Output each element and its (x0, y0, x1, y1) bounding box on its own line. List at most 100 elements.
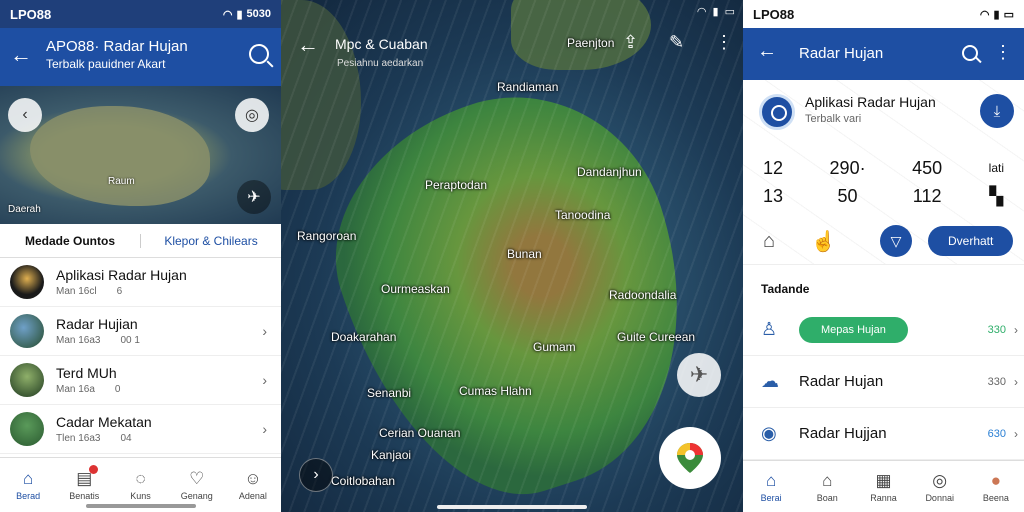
flight-mode-button[interactable]: ✈ (677, 353, 721, 397)
place-label: Randiaman (497, 80, 559, 94)
like-icon[interactable]: ☝ (811, 229, 836, 254)
share-icon[interactable]: ⇪ (623, 32, 638, 53)
signal-icon: ▮ (236, 8, 243, 21)
signal-icon: ▮ (993, 8, 1000, 21)
stat-column: 12 13 (763, 154, 783, 210)
map-label: Daerah (8, 204, 41, 215)
list-item[interactable]: Radar Hujian Man 16a3 00 1 › (0, 307, 281, 356)
home-indicator (437, 505, 587, 509)
home-icon: ⌂ (765, 470, 777, 490)
list-item[interactable]: Aplikasi Radar Hujan Man 16cl 6 (0, 258, 281, 307)
place-label: Cerian Ouanan (379, 426, 461, 440)
compass-icon: ◎ (932, 470, 948, 490)
radar-icon: ◉ (761, 423, 777, 443)
list-item[interactable]: Terd MUh Man 16a 0 › (0, 356, 281, 405)
card-subtitle: Terbalk vari (805, 113, 862, 125)
middle-screen-map[interactable]: ◠ ▮ ▭ ← Mpc & Cuaban Pesiahnu aedarkan ⇪ ✎… (281, 0, 743, 512)
more-icon[interactable]: ⋮ (994, 42, 1012, 63)
more-icon[interactable]: ⋮ (715, 32, 733, 53)
list-item-count: 0 (114, 384, 121, 395)
list-item-value: 330 (987, 375, 1006, 388)
nav-label: Beena (982, 492, 1009, 503)
tab-favorites[interactable]: Klepor & Chilears (140, 233, 281, 248)
back-arrow-icon[interactable]: ← (757, 40, 777, 63)
nav-home[interactable]: ⌂ Berai (743, 461, 799, 512)
airplane-icon: ✈ (689, 362, 709, 387)
stat-value: 13 (763, 186, 784, 206)
download-button[interactable]: ⤓ (980, 94, 1014, 128)
nav-buildings[interactable]: ⌂ Boan (799, 461, 855, 512)
right-screen: LPO88 ◠ ▮ ▭ ← Radar Hujan ⋮ Aplikasi Rad… (743, 0, 1024, 512)
stat-column: 290· 50 (830, 154, 866, 210)
stat-column: 450 112 (912, 154, 942, 210)
map-locate-button[interactable]: ✈ (237, 180, 271, 214)
shirt-icon: ♙ (761, 319, 778, 339)
chevron-left-icon: ‹ (22, 106, 28, 123)
signal-icon: ▮ (712, 5, 719, 18)
battery-icon: ▭ (724, 5, 735, 18)
back-arrow-icon[interactable]: ← (10, 42, 32, 68)
stat-value: 450 (912, 158, 943, 178)
list-item-title: Terd MUh (56, 365, 117, 381)
map-layers-button[interactable]: ◎ (235, 98, 269, 132)
wifi-icon: ◠ (696, 5, 707, 18)
bottom-nav: ⌂ Berai ⌂ Boan ▦ Ranna ◎ Donnai ● Beena (743, 460, 1024, 512)
expand-button[interactable]: › (299, 458, 333, 492)
status-icons: ◠ ▮ ▭ (980, 8, 1014, 21)
nav-label: Genang (180, 491, 213, 501)
place-label: Tanoodina (555, 208, 611, 222)
list-item[interactable]: ☁ Radar Hujan 330 › (743, 356, 1024, 408)
status-bar: LPO88 ◠ ▮ ▭ (743, 0, 1024, 28)
app-subtitle: Terbalk pauidner Akart (46, 57, 166, 71)
list-item[interactable]: ♙ Mepas Hujan 330 › (743, 304, 1024, 356)
action-row: ⌂ ☝ ▽ Dverhatt (763, 225, 1016, 257)
edit-icon[interactable]: ✎ (669, 32, 684, 53)
place-label: Peraptodan (425, 178, 488, 192)
list-item[interactable]: Cadar Mekatan Tlen 16a3 04 › (0, 405, 281, 454)
list-item-meta: Man 16cl (56, 286, 97, 297)
list-item-title: Cadar Mekatan (56, 414, 152, 430)
nav-profile[interactable]: ● Beena (968, 461, 1024, 512)
search-icon[interactable] (249, 44, 269, 64)
nav-label: Kuns (130, 491, 151, 501)
card-title: Aplikasi Radar Hujan (805, 94, 936, 110)
notification-badge (89, 465, 99, 474)
filter-button[interactable]: ▽ (880, 225, 912, 257)
list-item[interactable]: ◉ Radar Hujjan 630 › (743, 408, 1024, 460)
list-item-meta: Man 16a (56, 384, 95, 395)
place-label: Cumas Hlahn (459, 384, 532, 398)
place-label: Paenjton (567, 36, 615, 50)
nav-label: Donnai (925, 492, 954, 503)
wifi-icon: ◠ (222, 8, 233, 21)
place-label: Kanjaoi (371, 448, 412, 462)
tab-recent[interactable]: Medade Ountos (0, 234, 140, 248)
place-label: Bunan (507, 247, 542, 261)
list-item-pill[interactable]: Mepas Hujan (799, 316, 908, 343)
nav-home[interactable]: ⌂ Berad (0, 458, 56, 512)
avatar (10, 363, 44, 397)
map-back-button[interactable]: ‹ (8, 98, 42, 132)
chevron-right-icon: › (262, 421, 267, 437)
feature-list: ♙ Mepas Hujan 330 › ☁ Radar Hujan 330 › … (743, 304, 1024, 460)
list-item-value: 630 (987, 427, 1006, 440)
battery-icon: 5030 (246, 8, 271, 20)
place-label: Guite Cureean (617, 330, 696, 344)
building-icon: ⌂ (822, 470, 833, 490)
search-icon[interactable] (962, 45, 978, 61)
user-icon: ☺ (244, 469, 262, 488)
nav-compass[interactable]: ◎ Donnai (912, 461, 968, 512)
map-preview[interactable]: ‹ ◎ ✈ Raum Daerah (0, 86, 281, 224)
heart-icon: ♡ (189, 469, 205, 488)
app-title: APO88· Radar Hujan (46, 38, 188, 55)
nav-gallery[interactable]: ▦ Ranna (855, 461, 911, 512)
back-arrow-icon[interactable]: ← (297, 32, 319, 58)
land-shape (30, 106, 210, 206)
primary-action-button[interactable]: Dverhatt (928, 226, 1014, 256)
place-label: Radoondalia (609, 288, 677, 302)
nav-profile[interactable]: ☺ Adenal (225, 458, 281, 512)
app-bar: ← Radar Hujan ⋮ (743, 28, 1024, 80)
chat-icon: ◌ (135, 469, 146, 488)
home-outline-icon[interactable]: ⌂ (763, 230, 775, 253)
list-item-meta: Man 16a3 (56, 335, 101, 346)
location-button[interactable] (659, 427, 721, 489)
